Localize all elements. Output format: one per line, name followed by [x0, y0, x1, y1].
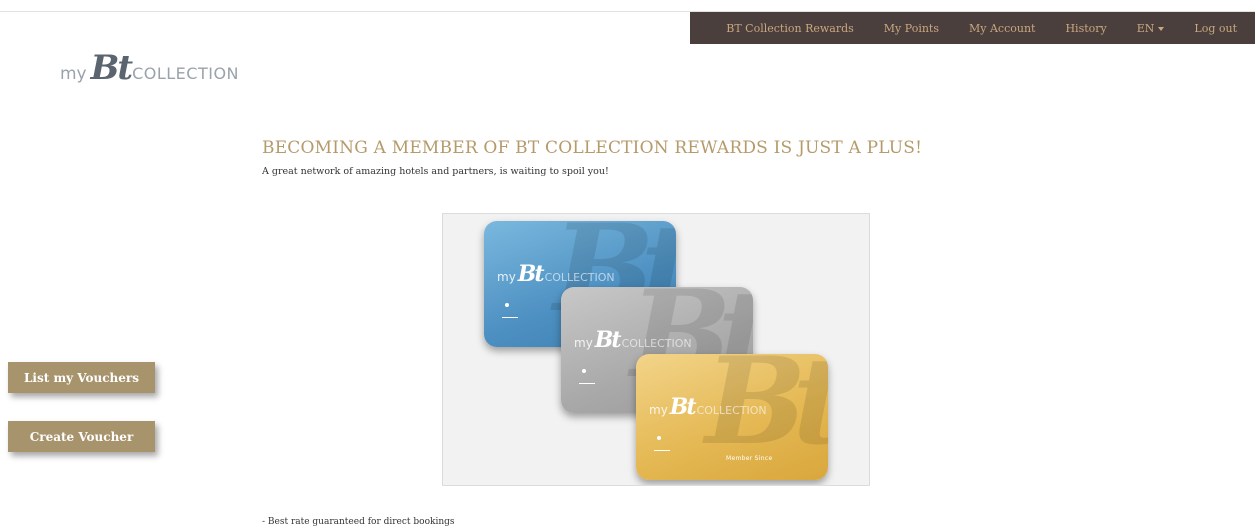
logo-my: my — [60, 64, 87, 84]
logout-link[interactable]: Log out — [1194, 22, 1237, 35]
card-dot — [505, 303, 509, 307]
nav-my-points[interactable]: My Points — [884, 22, 939, 35]
card-logo-collection: COLLECTION — [696, 404, 767, 417]
card-logo: my Bt COLLECTION — [497, 261, 615, 287]
top-navbar: BT Collection Rewards My Points My Accou… — [690, 12, 1255, 44]
membership-cards-image: Bt my Bt COLLECTION Bt my Bt COLLECTION … — [442, 213, 870, 486]
brand-logo[interactable]: my Bt COLLECTION — [60, 48, 239, 88]
card-logo-my: my — [574, 336, 593, 350]
card-dot — [582, 369, 586, 373]
logo-collection: COLLECTION — [132, 64, 240, 83]
language-label: EN — [1136, 21, 1155, 35]
card-logo-bt: Bt — [594, 327, 622, 353]
card-logo-my: my — [497, 270, 516, 284]
card-line — [579, 383, 595, 384]
card-member-since: Member Since — [726, 455, 773, 462]
nav-my-account[interactable]: My Account — [969, 22, 1035, 35]
logo-bt: Bt — [90, 48, 133, 88]
card-logo: my Bt COLLECTION — [649, 394, 767, 420]
language-dropdown[interactable]: EN — [1137, 22, 1165, 35]
card-dot — [657, 436, 661, 440]
page-subtitle: A great network of amazing hotels and pa… — [262, 166, 609, 177]
benefit-item: - Best rate guaranteed for direct bookin… — [262, 517, 455, 527]
card-line — [654, 450, 670, 451]
nav-bt-collection-rewards[interactable]: BT Collection Rewards — [726, 22, 854, 35]
membership-card-gold: Bt my Bt COLLECTION Member Since — [636, 354, 828, 480]
create-voucher-button[interactable]: Create Voucher — [8, 421, 155, 452]
caret-down-icon — [1158, 26, 1165, 31]
list-vouchers-button[interactable]: List my Vouchers — [8, 362, 155, 393]
card-logo-bt: Bt — [669, 394, 697, 420]
card-logo-collection: COLLECTION — [621, 337, 692, 350]
nav-history[interactable]: History — [1065, 22, 1106, 35]
page-headline: BECOMING A MEMBER OF BT COLLECTION REWAR… — [262, 138, 923, 158]
card-logo: my Bt COLLECTION — [574, 327, 692, 353]
card-logo-my: my — [649, 403, 668, 417]
card-logo-bt: Bt — [517, 261, 545, 287]
card-line — [502, 317, 518, 318]
card-logo-collection: COLLECTION — [544, 271, 615, 284]
